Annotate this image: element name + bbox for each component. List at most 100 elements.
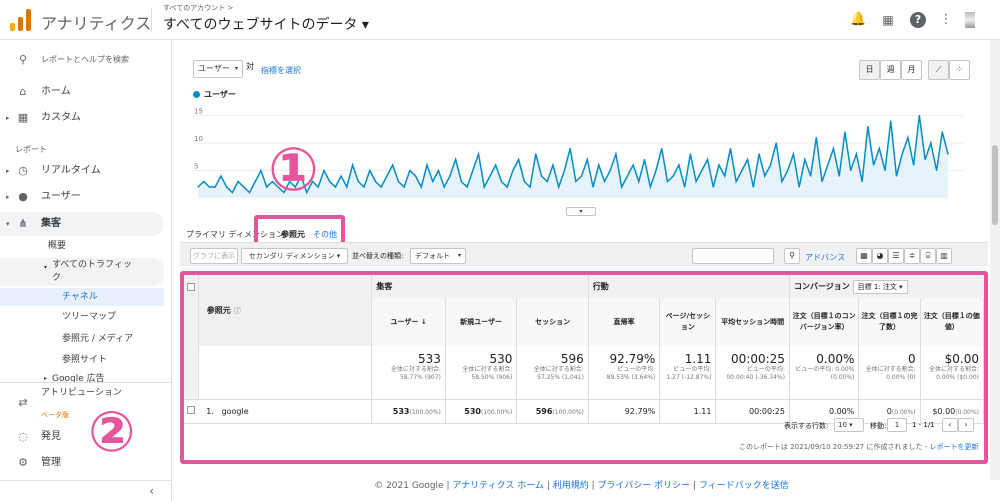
data-point[interactable]: [518, 158, 520, 161]
data-point[interactable]: [930, 142, 932, 144]
data-point[interactable]: [832, 147, 835, 150]
sidebar-item-admin[interactable]: ⚙ 管理: [0, 451, 172, 475]
comparison-view-icon[interactable]: ≑: [904, 248, 920, 264]
data-point[interactable]: [540, 175, 543, 177]
sidebar-item-acquisition[interactable]: ▾ ⋔ 集客: [0, 212, 164, 236]
pie-view-icon[interactable]: ◕: [872, 248, 888, 264]
data-point[interactable]: [626, 175, 628, 177]
data-point[interactable]: [380, 186, 382, 188]
data-point[interactable]: [615, 153, 617, 155]
advanced-link[interactable]: アドバンス: [805, 252, 845, 263]
data-point[interactable]: [535, 153, 537, 155]
data-point[interactable]: [489, 175, 491, 177]
col-users[interactable]: ユーザー ↓: [371, 298, 446, 346]
week-button[interactable]: 週: [880, 60, 901, 80]
sidebar-item-channels[interactable]: チャネル: [0, 288, 164, 306]
data-point[interactable]: [466, 186, 468, 188]
prev-page-icon[interactable]: ‹: [942, 418, 958, 432]
data-point[interactable]: [918, 114, 920, 117]
search-reports[interactable]: ⚲ レポートとヘルプを検索: [0, 48, 172, 72]
refresh-link[interactable]: レポートを更新: [929, 443, 978, 451]
data-point[interactable]: [638, 180, 640, 183]
data-point[interactable]: [827, 164, 829, 166]
data-point[interactable]: [477, 153, 480, 155]
data-point[interactable]: [838, 175, 840, 177]
data-point[interactable]: [901, 153, 903, 155]
data-point[interactable]: [443, 186, 445, 188]
data-point[interactable]: [546, 180, 548, 183]
data-point[interactable]: [661, 147, 663, 150]
data-point[interactable]: [403, 186, 405, 188]
data-point[interactable]: [437, 169, 440, 172]
data-point[interactable]: [357, 180, 359, 183]
notifications-icon[interactable]: 🔔: [850, 12, 866, 28]
data-point[interactable]: [821, 180, 823, 183]
data-point[interactable]: [220, 175, 222, 177]
data-point[interactable]: [512, 169, 514, 172]
search-icon[interactable]: ⚲: [784, 248, 800, 264]
data-point[interactable]: [392, 164, 394, 166]
property-selector[interactable]: すべてのウェブサイトのデータ ▾: [163, 14, 369, 34]
data-point[interactable]: [260, 169, 262, 172]
goto-input[interactable]: 1: [887, 418, 907, 432]
sidebar-item-discover[interactable]: ◌ 発見: [0, 425, 172, 449]
data-point[interactable]: [689, 153, 691, 155]
data-point[interactable]: [844, 131, 846, 133]
data-point[interactable]: [798, 186, 800, 188]
data-point[interactable]: [809, 175, 812, 177]
performance-view-icon[interactable]: ☰: [888, 248, 904, 264]
data-point[interactable]: [724, 175, 726, 177]
footer-link-privacy[interactable]: プライバシー ポリシー: [598, 481, 691, 491]
data-point[interactable]: [460, 180, 462, 183]
data-point[interactable]: [420, 186, 422, 188]
collapse-sidebar-icon[interactable]: ‹: [0, 480, 172, 501]
data-point[interactable]: [718, 164, 720, 166]
data-point[interactable]: [351, 164, 354, 166]
data-point[interactable]: [666, 180, 669, 183]
data-point[interactable]: [340, 175, 342, 177]
row-checkbox[interactable]: [187, 406, 196, 414]
day-button[interactable]: 日: [859, 60, 880, 80]
footer-link-terms[interactable]: 利用規約: [553, 481, 589, 491]
term-cloud-icon[interactable]: ▥: [936, 248, 952, 264]
col-avg-duration[interactable]: 平均セッション時間: [715, 298, 790, 346]
help-icon[interactable]: ?: [910, 12, 926, 28]
sidebar-item-realtime[interactable]: ▸ ◷ リアルタイム: [0, 159, 172, 183]
data-point[interactable]: [741, 169, 743, 172]
sort-select[interactable]: デフォルト ▾: [410, 248, 466, 264]
data-point[interactable]: [850, 169, 852, 172]
rows-select[interactable]: 10 ▾: [834, 418, 864, 432]
sidebar-item-overview[interactable]: 概要: [0, 237, 172, 255]
data-point[interactable]: [792, 153, 795, 155]
data-point[interactable]: [655, 169, 657, 172]
data-point[interactable]: [855, 153, 857, 155]
select-all-checkbox[interactable]: [186, 283, 195, 291]
data-point[interactable]: [603, 180, 606, 183]
analytics-logo-icon[interactable]: [10, 9, 32, 31]
col-bounce-rate[interactable]: 直帰率: [588, 298, 661, 346]
account-breadcrumb[interactable]: すべてのアカウント >: [163, 3, 233, 13]
data-point[interactable]: [913, 164, 915, 166]
goal-select[interactable]: 目標 1: 注文 ▾: [852, 279, 908, 294]
data-point[interactable]: [529, 186, 531, 188]
sidebar-item-attribution[interactable]: ⇄ アトリビューション ベータ版: [0, 386, 172, 420]
data-point[interactable]: [758, 153, 760, 155]
col-sessions[interactable]: セッション: [516, 298, 589, 346]
data-point[interactable]: [649, 186, 651, 188]
data-point[interactable]: [248, 191, 251, 194]
data-point[interactable]: [237, 180, 239, 183]
data-point[interactable]: [569, 147, 571, 150]
chart-expand-handle[interactable]: ▾: [566, 207, 596, 216]
col-conv-rate[interactable]: 注文（目標１のコンバージョン率）: [789, 298, 860, 346]
footer-link-feedback[interactable]: フィードバックを送信: [699, 481, 789, 491]
more-vert-icon[interactable]: ⋮: [938, 12, 954, 28]
data-point[interactable]: [329, 180, 331, 183]
data-point[interactable]: [455, 158, 457, 161]
data-point[interactable]: [203, 180, 205, 183]
data-point[interactable]: [764, 175, 766, 177]
data-point[interactable]: [592, 186, 594, 188]
data-point[interactable]: [449, 175, 451, 177]
data-point[interactable]: [580, 175, 583, 177]
data-point[interactable]: [243, 186, 245, 188]
data-point[interactable]: [695, 180, 697, 183]
